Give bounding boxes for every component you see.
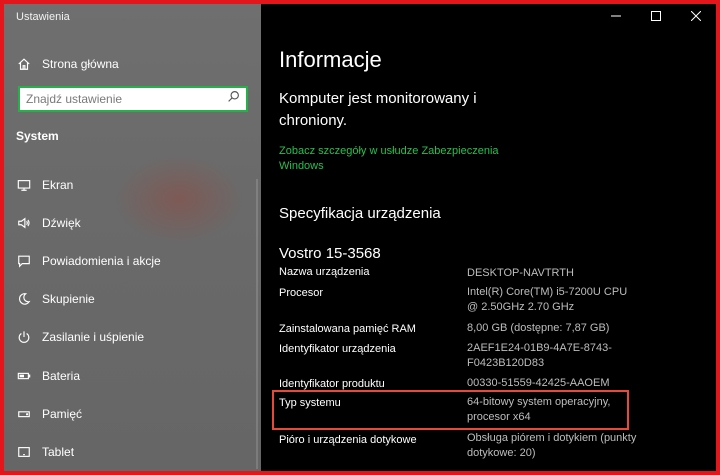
power-icon (16, 329, 32, 345)
sidebar-item-battery[interactable]: Bateria (16, 366, 80, 386)
sidebar-item-label: Skupienie (42, 292, 95, 306)
spec-value: Obsługa piórem i dotykiem (punkty dotyko… (467, 432, 637, 459)
sidebar-item-label: Pamięć (42, 407, 83, 421)
spec-heading: Specyfikacja urządzenia (279, 205, 441, 222)
sidebar-item-label: Zasilanie i uśpienie (42, 330, 145, 344)
window-title: Ustawienia (16, 11, 70, 23)
security-link[interactable]: Zobacz szczegóły w usłudze Zabezpieczeni… (279, 144, 539, 174)
close-icon (691, 11, 701, 21)
sidebar-item-storage[interactable]: Pamięć (16, 404, 82, 424)
sidebar-item-label: Powiadomienia i akcje (42, 254, 161, 268)
protection-status: Komputer jest monitorowany i chroniony. (279, 90, 477, 129)
sidebar-item-label: Dźwięk (42, 216, 81, 230)
sidebar-item-label: Ekran (42, 178, 74, 192)
section-title: System (16, 129, 59, 143)
spec-value: 2AEF1E24-01B9-4A7E-8743-F0423B120D83 (467, 342, 612, 369)
sidebar-item-label: Bateria (42, 369, 81, 383)
spec-label: Zainstalowana pamięć RAM (279, 323, 416, 335)
sidebar-item-sound[interactable]: Dźwięk (16, 213, 81, 233)
maximize-button[interactable] (636, 4, 676, 28)
page-title: Informacje (279, 47, 382, 72)
sidebar-item-focus[interactable]: Skupienie (16, 289, 95, 309)
sidebar-item-label: Strona główna (42, 57, 119, 71)
window-controls (596, 4, 716, 28)
main-content: Informacje Komputer jest monitorowany i … (261, 4, 716, 471)
search-icon[interactable] (227, 90, 240, 108)
sidebar-item-power[interactable]: Zasilanie i uśpienie (16, 327, 144, 347)
spec-label: Identyfikator produktu (279, 378, 385, 390)
moon-icon (16, 291, 32, 307)
minimize-button[interactable] (596, 4, 636, 28)
home-icon (16, 56, 32, 72)
sidebar-item-display[interactable]: Ekran (16, 175, 73, 195)
settings-window: Ustawienia Strona główna System Ekran D (4, 4, 716, 471)
sidebar-scrollbar[interactable] (256, 179, 258, 469)
maximize-icon (651, 11, 661, 21)
search-box[interactable] (18, 86, 248, 112)
sidebar-item-home[interactable]: Strona główna (16, 54, 119, 74)
sidebar-item-notifications[interactable]: Powiadomienia i akcje (16, 251, 161, 271)
spec-value: DESKTOP-NAVTRTH (467, 267, 574, 279)
search-input[interactable] (26, 92, 227, 106)
system-type-highlight (272, 390, 629, 430)
spec-label: Identyfikator urządzenia (279, 343, 396, 355)
close-button[interactable] (676, 4, 716, 28)
sidebar-item-label: Tablet (42, 445, 75, 459)
speaker-icon (16, 215, 32, 231)
spec-value: Intel(R) Core(TM) i5-7200U CPU @ 2.50GHz… (467, 286, 628, 313)
spec-label: Procesor (279, 287, 324, 299)
spec-value: 8,00 GB (dostępne: 7,87 GB) (467, 322, 610, 334)
battery-icon (16, 368, 32, 384)
device-model: Vostro 15-3568 (279, 245, 381, 262)
spec-value: 00330-51559-42425-AAOEM (467, 377, 610, 389)
sidebar-item-tablet[interactable]: Tablet (16, 442, 74, 462)
display-icon (16, 177, 32, 193)
notification-icon (16, 253, 32, 269)
tablet-icon (16, 444, 32, 460)
spec-label: Pióro i urządzenia dotykowe (279, 434, 417, 446)
spec-label: Nazwa urządzenia (279, 266, 370, 278)
minimize-icon (611, 15, 621, 17)
storage-icon (16, 406, 32, 422)
sidebar: Ustawienia Strona główna System Ekran D (4, 4, 261, 471)
